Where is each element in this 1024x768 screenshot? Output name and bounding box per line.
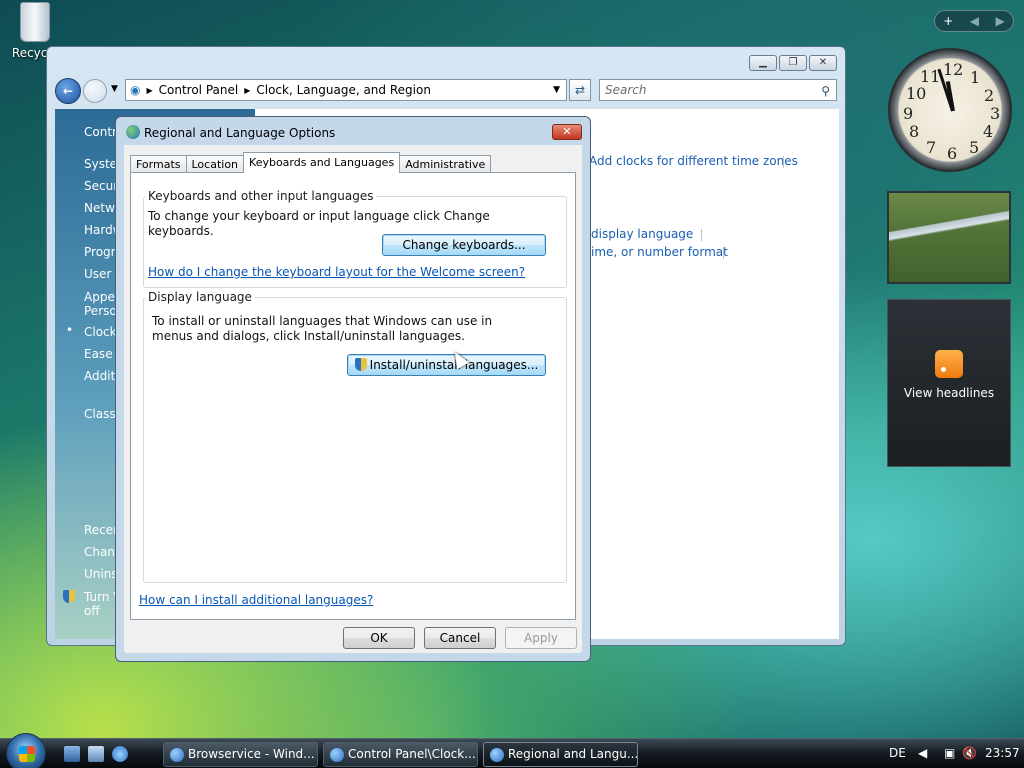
clock-number: 12 (943, 60, 964, 79)
change-keyboards-button[interactable]: Change keyboards... (382, 234, 546, 256)
recycle-bin-image (20, 2, 50, 42)
feed-label: View headlines (903, 386, 995, 400)
uac-shield-icon (354, 358, 367, 371)
apply-button[interactable]: Apply (505, 627, 577, 649)
refresh-button[interactable]: ⇄ (569, 79, 591, 101)
keyboards-group-label: Keyboards and other input languages (145, 189, 377, 203)
internet-explorer-icon[interactable] (112, 746, 128, 762)
clock-time[interactable]: 23:57 (985, 746, 1020, 760)
clock-gadget[interactable]: 12 1 2 3 4 5 6 7 8 9 10 11 (888, 48, 1012, 172)
taskbar-item-browservice[interactable]: Browservice - Wind... (163, 742, 318, 767)
control-panel-icon: ◉ (130, 83, 141, 97)
clock-number: 2 (984, 86, 995, 105)
tab-strip: Formats Location Keyboards and Languages… (130, 152, 492, 173)
regional-options-icon (126, 125, 140, 139)
maximize-button[interactable]: ❐ (779, 55, 807, 71)
uac-shield-icon (63, 590, 78, 604)
regional-options-icon (490, 748, 504, 762)
volume-muted-icon[interactable]: 🔇 (962, 746, 977, 760)
search-icon[interactable]: ⚲ (821, 81, 830, 101)
taskbar-item-label: Control Panel\Clock... (348, 747, 476, 761)
gadget-prev-button[interactable]: ◀ (970, 14, 979, 28)
left-pane-link[interactable]: Additi (84, 369, 119, 383)
ok-button[interactable]: OK (343, 627, 415, 649)
tab-location[interactable]: Location (185, 155, 245, 173)
clock-number: 7 (926, 138, 937, 157)
internet-explorer-icon (170, 748, 184, 762)
add-clocks-link[interactable]: Add clocks for different time zones (589, 154, 798, 168)
taskbar-item-regional-options[interactable]: Regional and Langu... (483, 742, 638, 767)
clock-number: 5 (969, 138, 980, 157)
network-icon[interactable]: ▣ (944, 746, 955, 760)
gadget-next-button[interactable]: ▶ (996, 14, 1005, 28)
left-pane-link[interactable]: off (84, 604, 100, 618)
feed-headlines-gadget[interactable]: View headlines (887, 299, 1011, 467)
breadcrumb-separator-icon: ▶ (244, 85, 251, 95)
forward-button[interactable] (83, 79, 107, 103)
add-gadget-button[interactable]: + (943, 14, 953, 28)
clock-number: 10 (906, 84, 927, 103)
dialog-close-button[interactable]: ✕ (552, 124, 582, 140)
keyboard-layout-help-link[interactable]: How do I change the keyboard layout for … (148, 265, 525, 279)
install-uninstall-languages-button[interactable]: Install/uninstall languages... (347, 354, 546, 376)
dialog-body: Formats Location Keyboards and Languages… (124, 145, 582, 653)
cancel-button[interactable]: Cancel (424, 627, 496, 649)
window-controls: ▁ ❐ ✕ (749, 55, 837, 71)
link-separator (783, 156, 784, 168)
input-language-indicator[interactable]: DE (889, 746, 906, 760)
display-language-link[interactable]: display language (591, 227, 693, 241)
control-panel-icon (330, 748, 344, 762)
left-pane-link[interactable]: Classi (84, 407, 119, 421)
tab-formats[interactable]: Formats (130, 155, 187, 173)
tab-panel: Keyboards and other input languages To c… (130, 172, 576, 620)
show-desktop-icon[interactable] (64, 746, 80, 762)
switch-windows-icon[interactable] (88, 746, 104, 762)
minimize-button[interactable]: ▁ (749, 55, 777, 71)
clock-number: 6 (947, 144, 958, 163)
breadcrumb-separator-icon: ▶ (146, 85, 153, 95)
clock-number: 9 (903, 104, 914, 123)
time-number-format-link[interactable]: ime, or number format (591, 245, 728, 259)
clock-number: 8 (909, 122, 920, 141)
left-pane-link-current[interactable]: Clock (84, 325, 117, 339)
address-bar[interactable]: ◉ ▶ Control Panel ▶ Clock, Language, and… (125, 79, 567, 101)
display-language-group-label: Display language (145, 290, 255, 304)
link-separator (701, 229, 702, 241)
clock-number: 4 (983, 122, 994, 141)
close-button[interactable]: ✕ (809, 55, 837, 71)
install-additional-languages-link[interactable]: How can I install additional languages? (139, 593, 373, 607)
gadget-toolbar: + ◀ ▶ (934, 10, 1014, 32)
tab-keyboards-languages[interactable]: Keyboards and Languages (243, 152, 401, 173)
clock-number: 1 (970, 68, 981, 87)
breadcrumb-item[interactable]: Control Panel (159, 83, 239, 97)
search-input[interactable]: Search ⚲ (599, 79, 837, 101)
regional-language-dialog: Regional and Language Options ✕ Formats … (115, 116, 591, 662)
breadcrumb-item[interactable]: Clock, Language, and Region (256, 83, 431, 97)
start-button[interactable] (6, 733, 46, 768)
navigation-bar: ← ▼ ◉ ▶ Control Panel ▶ Clock, Language,… (55, 77, 837, 105)
back-button[interactable]: ← (55, 78, 81, 104)
tab-administrative[interactable]: Administrative (399, 155, 492, 173)
display-language-text: To install or uninstall languages that W… (152, 314, 493, 343)
left-pane-link[interactable]: Perso (84, 304, 117, 318)
link-separator (723, 247, 724, 259)
slideshow-gadget[interactable] (887, 191, 1011, 284)
taskbar: Browservice - Wind... Control Panel\Cloc… (0, 733, 1024, 768)
clock-number: 3 (990, 104, 1001, 123)
address-dropdown-icon[interactable]: ▼ (553, 85, 560, 95)
taskbar-item-control-panel[interactable]: Control Panel\Clock... (323, 742, 478, 767)
dialog-title: Regional and Language Options (144, 126, 336, 140)
history-dropdown-icon[interactable]: ▼ (111, 84, 118, 94)
taskbar-item-label: Regional and Langu... (508, 747, 638, 761)
show-hidden-icons-chevron-icon[interactable]: ◀ (918, 746, 927, 760)
left-pane-link[interactable]: Recer (84, 523, 118, 537)
current-category-bullet-icon: • (66, 323, 74, 337)
rss-icon (935, 350, 963, 378)
search-placeholder: Search (605, 83, 647, 97)
taskbar-item-label: Browservice - Wind... (188, 747, 315, 761)
